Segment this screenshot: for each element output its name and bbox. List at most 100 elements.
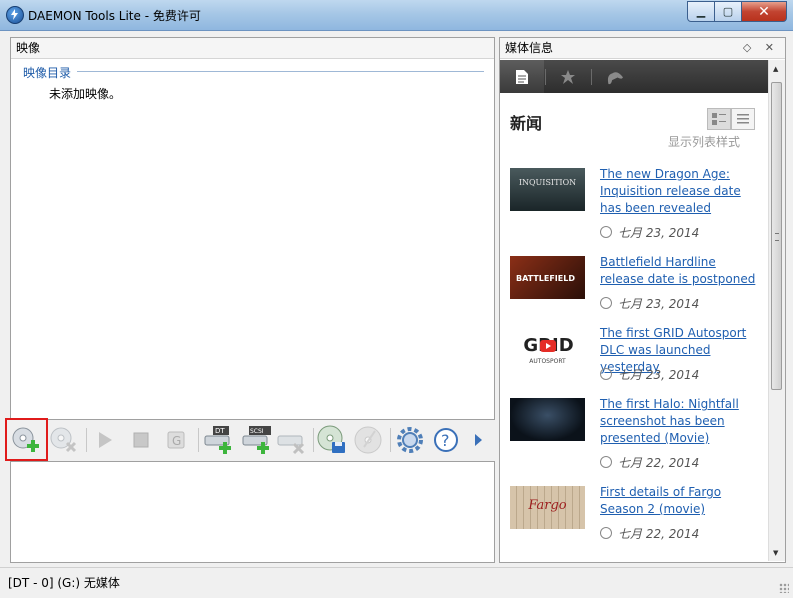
make-image-button[interactable] xyxy=(316,424,348,456)
thumbnail-list-icon xyxy=(712,113,726,125)
daemon-tools-logo-icon xyxy=(6,6,24,24)
news-date: 七月 23, 2014 xyxy=(600,295,699,312)
news-link[interactable]: Battlefield Hardline release date is pos… xyxy=(600,254,760,288)
images-panel-header: 映像 xyxy=(11,38,494,59)
mount-button[interactable] xyxy=(89,424,121,456)
news-thumbnail[interactable]: GRID AUTOSPORT xyxy=(510,327,585,370)
play-icon xyxy=(99,432,112,448)
close-button[interactable]: ✕ xyxy=(742,1,787,22)
window-controls: ▁ ▢ ✕ xyxy=(687,1,787,22)
burn-disc-icon xyxy=(354,426,382,454)
remove-drive-button[interactable] xyxy=(276,424,308,456)
grabber-icon: G xyxy=(167,431,185,449)
list-icon xyxy=(737,114,749,124)
scroll-thumb[interactable] xyxy=(771,82,782,390)
news-date: 七月 22, 2014 xyxy=(600,525,699,542)
settings-button[interactable] xyxy=(394,424,426,456)
make-image-icon xyxy=(317,425,345,453)
tab-news[interactable] xyxy=(500,60,544,93)
title-bar[interactable]: DAEMON Tools Lite - 免费许可 ▁ ▢ ✕ xyxy=(0,0,793,31)
tab-games[interactable] xyxy=(592,60,636,93)
tab-favorites[interactable] xyxy=(546,60,590,93)
scroll-grip-icon xyxy=(775,233,779,241)
main-toolbar: G DT SCSI ? xyxy=(0,420,493,460)
status-bar: [DT - 0] (G:) 无媒体 xyxy=(0,567,793,598)
news-date-text: 七月 23, 2014 xyxy=(618,368,700,382)
list-view-button[interactable] xyxy=(731,108,755,130)
add-scsi-drive-icon: SCSI xyxy=(242,426,271,454)
app-window: DAEMON Tools Lite - 免费许可 ▁ ▢ ✕ 映像 映像目录 未… xyxy=(0,0,793,598)
clock-icon xyxy=(600,456,612,468)
scroll-up-icon[interactable]: ▲ xyxy=(773,65,778,73)
stop-icon xyxy=(133,432,149,448)
list-style-label: 显示列表样式 xyxy=(668,135,741,149)
news-thumbnail[interactable]: BATTLEFIELD xyxy=(510,256,585,299)
grid-view-button[interactable] xyxy=(707,108,731,130)
view-toggle xyxy=(707,108,755,130)
add-image-highlight-box xyxy=(5,418,48,461)
svg-text:?: ? xyxy=(441,431,450,450)
remove-image-icon xyxy=(50,427,77,453)
help-icon: ? xyxy=(434,428,458,452)
empty-catalog-text: 未添加映像。 xyxy=(49,87,122,101)
toolbar-separator xyxy=(198,428,199,452)
clock-icon xyxy=(600,226,612,238)
more-arrow-icon xyxy=(475,434,482,446)
thumbnail-caption: Fargo xyxy=(528,498,567,513)
toolbar-separator xyxy=(86,428,87,452)
news-date-text: 七月 23, 2014 xyxy=(618,297,700,311)
resize-grip-icon[interactable] xyxy=(779,583,789,593)
news-date: 七月 23, 2014 xyxy=(600,366,699,383)
svg-text:G: G xyxy=(172,434,181,448)
video-play-icon xyxy=(540,340,556,352)
window-title: DAEMON Tools Lite - 免费许可 xyxy=(28,9,201,23)
news-date-text: 七月 22, 2014 xyxy=(618,456,700,470)
news-thumbnail[interactable]: INQUISITION xyxy=(510,168,585,211)
panel-header-controls[interactable]: ◇ ✕ xyxy=(743,38,779,58)
clock-icon xyxy=(600,527,612,539)
media-info-title: 媒体信息 xyxy=(505,41,554,55)
grabber-button[interactable]: G xyxy=(160,424,192,456)
burn-disc-button[interactable] xyxy=(352,424,384,456)
catalog-divider xyxy=(77,71,484,72)
clock-icon xyxy=(600,368,612,380)
news-link[interactable]: The new Dragon Age: Inquisition release … xyxy=(600,166,760,217)
add-dt-drive-icon: DT xyxy=(204,426,231,454)
remove-image-button[interactable] xyxy=(47,424,79,456)
media-info-panel: 媒体信息 ◇ ✕ ▲ ▼ 新闻 显示列表样式 INQUISITION The n… xyxy=(499,37,786,563)
news-link[interactable]: The first Halo: Nightfall screenshot has… xyxy=(600,396,760,447)
news-thumbnail[interactable]: Fargo xyxy=(510,486,585,529)
thumbnail-subcaption: AUTOSPORT xyxy=(529,358,566,365)
image-catalog-title[interactable]: 映像目录 xyxy=(23,64,71,81)
thumbnail-caption: INQUISITION xyxy=(518,178,577,187)
news-date-text: 七月 22, 2014 xyxy=(618,527,700,541)
scroll-down-icon[interactable]: ▼ xyxy=(773,549,778,557)
maximize-button[interactable]: ▢ xyxy=(715,1,742,22)
toolbar-separator xyxy=(390,428,391,452)
add-scsi-drive-button[interactable]: SCSI xyxy=(241,424,273,456)
media-scrollbar[interactable]: ▲ ▼ xyxy=(768,60,785,561)
virtual-drives-panel xyxy=(10,461,495,563)
news-date: 七月 22, 2014 xyxy=(600,454,699,471)
news-date: 七月 23, 2014 xyxy=(600,224,699,241)
clock-icon xyxy=(600,297,612,309)
svg-text:SCSI: SCSI xyxy=(250,428,264,435)
news-date-text: 七月 23, 2014 xyxy=(618,226,700,240)
news-heading: 新闻 xyxy=(510,114,543,133)
gamepad-icon xyxy=(607,71,623,84)
images-panel: 映像 映像目录 未添加映像。 xyxy=(10,37,495,420)
thumbnail-caption: BATTLEFIELD xyxy=(516,274,575,283)
document-icon xyxy=(516,69,528,84)
toolbar-separator xyxy=(313,428,314,452)
svg-text:DT: DT xyxy=(215,427,225,435)
news-link[interactable]: First details of Fargo Season 2 (movie) xyxy=(600,484,760,518)
drive-status-text[interactable]: [DT - 0] (G:) 无媒体 xyxy=(8,574,120,591)
remove-drive-icon xyxy=(277,435,305,455)
unmount-button[interactable] xyxy=(125,424,157,456)
add-dt-drive-button[interactable]: DT xyxy=(203,424,235,456)
help-button[interactable]: ? xyxy=(430,424,462,456)
news-thumbnail[interactable] xyxy=(510,398,585,441)
toolbar-more-button[interactable] xyxy=(468,424,488,456)
media-tab-bar xyxy=(500,60,768,93)
minimize-button[interactable]: ▁ xyxy=(687,1,715,22)
